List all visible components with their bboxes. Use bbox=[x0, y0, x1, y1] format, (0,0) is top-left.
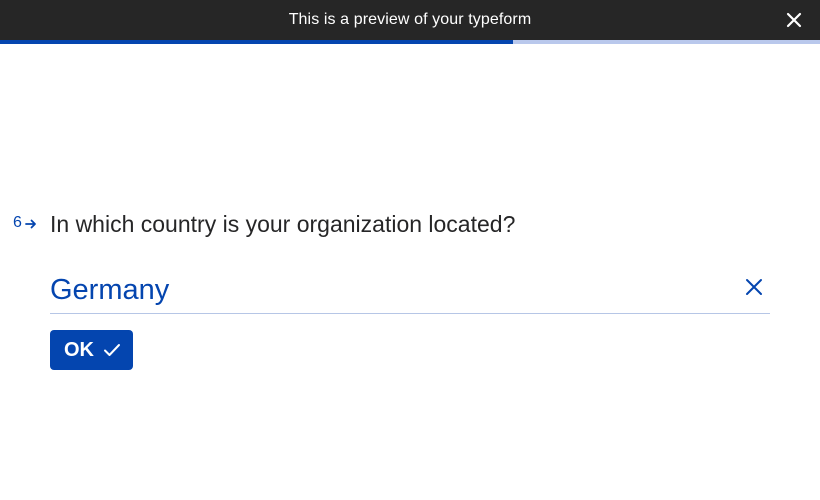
close-icon[interactable] bbox=[786, 12, 802, 28]
progress-bar bbox=[0, 40, 820, 44]
preview-banner: This is a preview of your typeform bbox=[0, 0, 820, 40]
country-answer-field[interactable]: Germany bbox=[50, 268, 770, 314]
progress-bar-fill bbox=[0, 40, 513, 44]
answer-value[interactable]: Germany bbox=[50, 272, 169, 308]
ok-button[interactable]: OK bbox=[50, 330, 133, 370]
question-number-label: 6 bbox=[13, 214, 22, 231]
question-number: 6 bbox=[13, 214, 37, 232]
clear-answer-button[interactable] bbox=[744, 277, 764, 297]
typeform-preview-page: This is a preview of your typeform 6 In … bbox=[0, 0, 820, 500]
close-icon[interactable] bbox=[744, 277, 764, 297]
ok-button-label: OK bbox=[64, 338, 94, 361]
question-title: In which country is your organization lo… bbox=[50, 211, 516, 237]
check-icon bbox=[104, 344, 120, 356]
preview-banner-text: This is a preview of your typeform bbox=[288, 11, 532, 28]
arrow-right-icon bbox=[25, 219, 36, 228]
